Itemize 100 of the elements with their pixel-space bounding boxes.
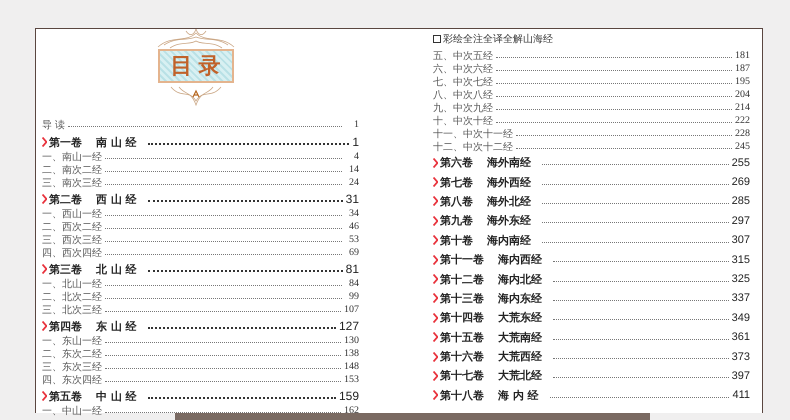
volume-title: 中 山 经 [96,388,137,404]
page-number: 138 [344,348,359,359]
volume-number: 第十五卷 [440,330,484,345]
page-number: 127 [338,319,359,333]
entry-label: 一、北山一经 [42,278,102,290]
entry-label: 七、中次七经 [433,76,493,88]
page-number: 315 [732,254,750,266]
entry-label: 导 读 [42,118,66,132]
volume-title: 海 内 经 [498,388,539,403]
page-number: 195 [735,76,750,87]
page-number: 255 [732,156,750,169]
page-number: 411 [732,389,750,402]
page-number: 285 [732,195,750,208]
page-number: 269 [732,176,750,188]
volume-title: 东 山 经 [96,318,137,334]
volume-title: 海外西经 [487,174,531,190]
entry-label: 一、西山一经 [42,208,102,220]
page-number: 34 [348,208,359,219]
page-number: 130 [344,335,359,346]
page-number: 397 [732,370,750,382]
volume-number: 第十六卷 [440,349,484,364]
page-number: 162 [344,405,359,416]
page-number: 46 [348,221,359,232]
volume-title: 大荒北经 [498,368,542,384]
volume-number: 第八卷 [440,194,473,209]
page-number: 245 [735,141,750,152]
page-number: 187 [735,63,750,74]
page-number: 325 [732,273,750,286]
entry-label: 三、东次三经 [42,360,102,374]
volume-title: 南 山 经 [96,134,137,150]
volume-number: 第十卷 [440,232,473,248]
volume-number: 第四卷 [49,318,82,334]
entry-label: 一、中山一经 [42,404,102,418]
page-number: 24 [348,177,359,188]
entry-label: 二、西次二经 [42,220,102,234]
volume-number: 第十四卷 [440,310,484,326]
volume-number: 第九卷 [440,213,473,228]
page-number: 361 [732,331,750,344]
entry-label: 三、西次三经 [42,234,102,246]
entry-label: 九、中次九经 [433,102,493,114]
page-number: 307 [732,234,750,246]
entry-label: 一、南山一经 [42,150,102,164]
entry-label: 六、中次六经 [433,62,493,76]
entry-label: 五、中次五经 [433,50,493,62]
page-number: 148 [344,361,359,372]
entry-label: 八、中次八经 [433,88,493,102]
volume-number: 第十七卷 [440,368,484,384]
volume-number: 第十二卷 [440,272,484,287]
page-number: 222 [735,115,750,126]
page-number: 337 [732,292,750,304]
volume-title: 海外北经 [487,194,531,209]
entry-label: 三、南次三经 [42,176,102,190]
page-number: 214 [735,102,750,113]
page-number: 297 [732,214,750,227]
page-number: 373 [732,350,750,363]
entry-label: 十一、中次十一经 [433,128,513,140]
page-number: 349 [732,312,750,324]
entry-label: 十、中次十经 [433,114,493,128]
volume-number: 第十一卷 [440,252,484,268]
page-number: 153 [344,374,359,385]
page-number: 69 [348,247,359,258]
entry-label: 四、西次四经 [42,246,102,260]
page-number: 31 [346,192,359,206]
volume-number: 第六卷 [440,155,473,170]
volume-number: 第二卷 [49,192,82,206]
page-number: 159 [338,389,359,403]
book-title: 彩绘全注全译全解山海经 [443,32,553,46]
entry-label: 二、南次二经 [42,164,102,176]
volume-title: 海内北经 [498,272,542,287]
entry-label: 四、东次四经 [42,374,102,386]
volume-title: 海内东经 [498,290,542,306]
page-number: 1 [352,135,359,149]
entry-label: 十二、中次十二经 [433,140,513,154]
volume-title: 北 山 经 [96,262,137,276]
volume-number: 第十三卷 [440,290,484,306]
volume-number: 第七卷 [440,174,473,190]
page-number: 4 [353,151,359,162]
volume-title: 大荒南经 [498,330,542,345]
volume-number: 第一卷 [49,134,82,150]
page-number: 81 [346,262,359,276]
volume-title: 西 山 经 [96,192,137,206]
page-number: 84 [348,278,359,289]
volume-title: 大荒东经 [498,310,542,326]
entry-label: 一、东山一经 [42,334,102,348]
volume-title: 海外东经 [487,213,531,228]
page-number: 53 [348,234,359,245]
page-number: 1 [353,119,359,130]
page-title: 目录 [170,53,226,81]
entry-label: 二、东次二经 [42,348,102,360]
volume-number: 第十八卷 [440,388,484,403]
page-number: 99 [348,291,359,302]
page-number: 14 [348,164,359,175]
volume-title: 海内南经 [487,232,531,248]
entry-label: 二、北次二经 [42,290,102,304]
page-number: 204 [735,89,750,100]
entry-label: 三、北次三经 [42,304,102,316]
page-number: 107 [344,304,359,315]
volume-number: 第五卷 [49,388,82,404]
volume-number: 第三卷 [49,262,82,276]
volume-title: 大荒西经 [498,349,542,364]
